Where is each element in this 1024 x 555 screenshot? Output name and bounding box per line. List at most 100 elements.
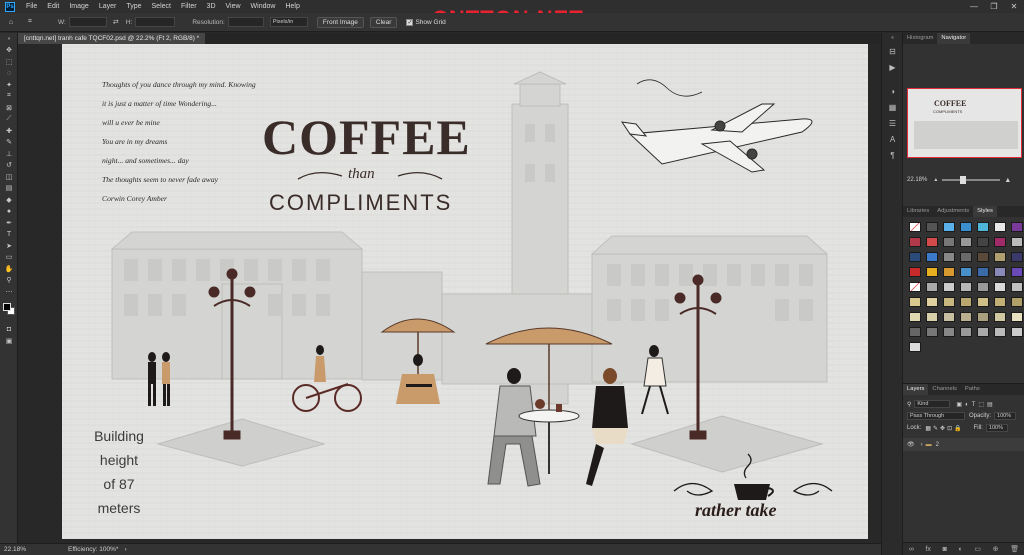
- new-layer-icon[interactable]: ⊕: [993, 545, 999, 553]
- color-swatches[interactable]: [0, 302, 18, 318]
- tab-paths[interactable]: Paths: [961, 384, 984, 395]
- maximize-button[interactable]: ❐: [984, 0, 1004, 13]
- style-swatch[interactable]: [909, 297, 921, 307]
- style-swatch[interactable]: [1011, 312, 1023, 322]
- move-tool-icon[interactable]: ✥: [0, 45, 18, 57]
- style-swatch[interactable]: [960, 282, 972, 292]
- style-swatch[interactable]: [960, 237, 972, 247]
- style-swatch[interactable]: [1011, 282, 1023, 292]
- style-swatch[interactable]: [1011, 297, 1023, 307]
- fill-input[interactable]: 100%: [985, 424, 1008, 432]
- menu-select[interactable]: Select: [147, 0, 176, 13]
- clear-button[interactable]: Clear: [369, 16, 398, 28]
- style-swatch[interactable]: [977, 237, 989, 247]
- style-swatch[interactable]: [926, 297, 938, 307]
- style-swatch[interactable]: [926, 282, 938, 292]
- hand-tool-icon[interactable]: ✋: [0, 263, 18, 275]
- style-swatch[interactable]: [909, 222, 921, 232]
- layer-style-icon[interactable]: fx: [925, 546, 930, 553]
- style-swatch[interactable]: [977, 282, 989, 292]
- style-swatch[interactable]: [1011, 327, 1023, 337]
- menu-3d[interactable]: 3D: [202, 0, 221, 13]
- style-swatch[interactable]: [960, 297, 972, 307]
- style-swatch[interactable]: [1011, 237, 1023, 247]
- style-swatch[interactable]: [960, 267, 972, 277]
- style-swatch[interactable]: [977, 252, 989, 262]
- zoom-level[interactable]: 22.18%: [4, 546, 44, 553]
- quick-mask-icon[interactable]: ◘: [0, 324, 18, 336]
- style-swatch[interactable]: [960, 327, 972, 337]
- layer-row[interactable]: 👁 › ▬ 2: [903, 438, 1024, 451]
- opacity-input[interactable]: 100%: [994, 412, 1017, 420]
- actions-icon[interactable]: ▶: [882, 59, 903, 75]
- healing-brush-icon[interactable]: ✚: [0, 125, 18, 137]
- lock-icons[interactable]: ▦✎✥⊡🔒: [925, 425, 963, 432]
- menu-filter[interactable]: Filter: [176, 0, 202, 13]
- menu-layer[interactable]: Layer: [94, 0, 122, 13]
- navigator-thumbnail[interactable]: COFFEE COMPLIMENTS: [907, 88, 1022, 158]
- units-select[interactable]: Pixels/in: [269, 17, 308, 27]
- menu-window[interactable]: Window: [246, 0, 281, 13]
- style-swatch[interactable]: [1011, 252, 1023, 262]
- foreground-color[interactable]: [3, 302, 11, 311]
- tab-adjustments[interactable]: Adjustments: [933, 206, 973, 217]
- gradient-tool-icon[interactable]: ▤: [0, 183, 18, 195]
- crop-icon[interactable]: ⌗: [0, 91, 18, 103]
- style-swatch[interactable]: [909, 267, 921, 277]
- style-swatch[interactable]: [977, 222, 989, 232]
- adjustment-layer-icon[interactable]: ◐: [958, 546, 962, 553]
- style-swatch[interactable]: [994, 312, 1006, 322]
- menu-edit[interactable]: Edit: [42, 0, 64, 13]
- collapse-panels-icon[interactable]: «: [882, 33, 903, 43]
- style-swatch[interactable]: [943, 252, 955, 262]
- delete-layer-icon[interactable]: 🗑: [1010, 545, 1019, 553]
- style-swatch[interactable]: [1011, 222, 1023, 232]
- zoom-tool-icon[interactable]: ⚲: [0, 275, 18, 287]
- style-swatch[interactable]: [960, 222, 972, 232]
- path-select-icon[interactable]: ➤: [0, 240, 18, 252]
- zoom-slider[interactable]: [942, 176, 1001, 184]
- style-swatch[interactable]: [960, 252, 972, 262]
- color-panel-icon[interactable]: ◑: [882, 83, 903, 99]
- style-swatch[interactable]: [909, 312, 921, 322]
- tab-channels[interactable]: Channels: [928, 384, 961, 395]
- marquee-tool-icon[interactable]: ⬚: [0, 56, 18, 68]
- crop-tool-icon[interactable]: ⌗: [22, 16, 38, 28]
- style-swatch[interactable]: [926, 312, 938, 322]
- style-swatch[interactable]: [909, 282, 921, 292]
- tab-navigator[interactable]: Navigator: [937, 33, 971, 44]
- character-icon[interactable]: A: [882, 131, 903, 147]
- style-swatch[interactable]: [926, 237, 938, 247]
- style-swatch[interactable]: [977, 267, 989, 277]
- eyedropper-icon[interactable]: ⟋: [0, 114, 18, 126]
- pen-tool-icon[interactable]: ✒: [0, 217, 18, 229]
- style-swatch[interactable]: [909, 327, 921, 337]
- tab-layers[interactable]: Layers: [903, 384, 929, 395]
- style-swatch[interactable]: [943, 267, 955, 277]
- tab-styles[interactable]: Styles: [973, 206, 997, 217]
- tab-histogram[interactable]: Histogram: [903, 33, 937, 44]
- close-button[interactable]: ✕: [1004, 0, 1024, 13]
- show-grid-checkbox[interactable]: ✓: [406, 18, 414, 26]
- collapse-icon[interactable]: »: [0, 33, 18, 45]
- visibility-eye-icon[interactable]: 👁: [907, 441, 915, 448]
- swatches-panel-icon[interactable]: ▦: [882, 99, 903, 115]
- height-input[interactable]: [135, 17, 176, 27]
- expand-chevron-icon[interactable]: ›: [921, 442, 923, 448]
- style-swatch[interactable]: [943, 282, 955, 292]
- new-group-icon[interactable]: ▭: [974, 545, 981, 553]
- layer-name[interactable]: 2: [936, 442, 939, 448]
- filter-icons[interactable]: ▣◐T⬚▤: [956, 401, 995, 408]
- zoom-in-icon[interactable]: ▲: [1004, 177, 1011, 184]
- menu-image[interactable]: Image: [64, 0, 93, 13]
- front-image-button[interactable]: Front Image: [316, 16, 364, 28]
- style-swatch[interactable]: [960, 312, 972, 322]
- tab-libraries[interactable]: Libraries: [903, 206, 933, 217]
- style-swatch[interactable]: [977, 312, 989, 322]
- type-tool-icon[interactable]: T: [0, 229, 18, 241]
- style-swatch[interactable]: [943, 327, 955, 337]
- style-swatch[interactable]: [994, 297, 1006, 307]
- status-arrow-icon[interactable]: ›: [124, 546, 126, 553]
- kind-filter-select[interactable]: Kind: [914, 400, 951, 408]
- blend-mode-select[interactable]: Pass Through: [907, 412, 965, 420]
